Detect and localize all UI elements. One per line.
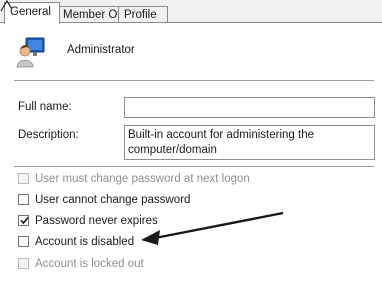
- divider-top: [14, 80, 374, 82]
- divider-middle: [14, 166, 374, 168]
- must-change-password-label: User must change password at next logon: [35, 173, 250, 185]
- full-name-label: Full name:: [18, 101, 72, 113]
- cannot-change-password-label: User cannot change password: [35, 194, 191, 206]
- description-field[interactable]: Built-in account for administering the c…: [124, 125, 375, 160]
- user-name: Administrator: [67, 44, 135, 56]
- account-disabled-label: Account is disabled: [35, 236, 135, 248]
- cannot-change-password-checkbox[interactable]: [18, 194, 29, 205]
- full-name-field[interactable]: [124, 97, 375, 118]
- description-label: Description:: [18, 129, 79, 141]
- password-never-expires-label: Password never expires: [35, 215, 158, 227]
- must-change-password-checkbox[interactable]: [18, 173, 29, 184]
- account-disabled-checkbox[interactable]: [18, 236, 29, 247]
- tab-member-of[interactable]: Member Of: [57, 6, 127, 23]
- user-icon: [16, 37, 45, 68]
- password-never-expires-checkbox[interactable]: [18, 215, 29, 226]
- corner-mark: [0, 0, 13, 12]
- checkmark-icon: [20, 216, 29, 225]
- tab-profile[interactable]: Profile: [118, 6, 168, 23]
- account-locked-out-label: Account is locked out: [35, 258, 144, 270]
- account-locked-out-checkbox[interactable]: [18, 258, 29, 269]
